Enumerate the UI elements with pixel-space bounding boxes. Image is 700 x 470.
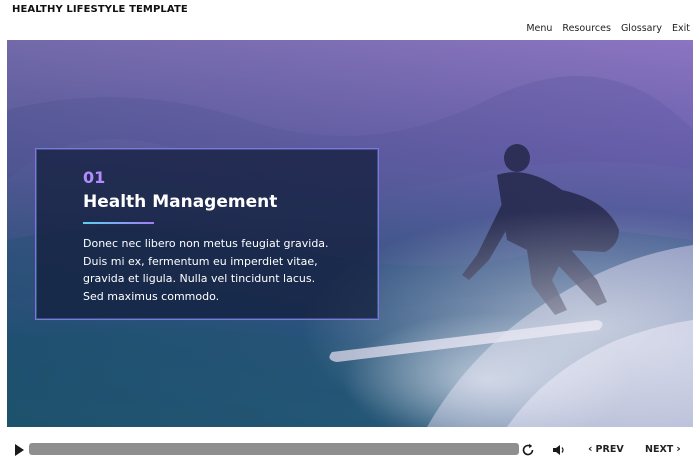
nav-menu-link[interactable]: Menu <box>526 23 552 34</box>
chevron-right-icon: › <box>676 442 681 455</box>
body-line: Duis mi ex, fermentum eu imperdiet vitae… <box>83 254 318 268</box>
volume-icon[interactable] <box>552 442 566 456</box>
body-line: Donec nec libero non metus feugiat gravi… <box>83 237 329 250</box>
nav-glossary-link[interactable]: Glossary <box>621 23 662 34</box>
slide-number: 01 <box>83 168 106 187</box>
play-icon[interactable] <box>13 442 25 456</box>
prev-label: PREV <box>595 443 624 455</box>
replay-icon[interactable] <box>521 442 535 456</box>
next-label: NEXT <box>645 443 674 455</box>
app-title: HEALTHY LIFESTYLE TEMPLATE <box>12 4 188 15</box>
slide-stage: 01 Health Management Donec nec libero no… <box>7 40 693 427</box>
nav-resources-link[interactable]: Resources <box>562 23 611 34</box>
content-card: 01 Health Management Donec nec libero no… <box>35 148 379 320</box>
progress-bar[interactable] <box>29 443 519 455</box>
body-line: Sed maximus commodo. <box>83 289 220 303</box>
slide-body: Donec nec libero non metus feugiat gravi… <box>83 235 373 305</box>
title-underline <box>83 222 154 224</box>
nav-exit-link[interactable]: Exit <box>672 23 690 34</box>
body-line: gravida et ligula. Nulla vel tincidunt l… <box>83 272 316 285</box>
prev-button[interactable]: ‹ PREV <box>588 442 624 456</box>
top-navigation: Menu Resources Glossary Exit <box>526 23 690 34</box>
slide-title: Health Management <box>83 192 278 212</box>
chevron-left-icon: ‹ <box>588 442 593 455</box>
player-controls: ‹ PREV NEXT › <box>0 427 700 470</box>
next-button[interactable]: NEXT › <box>645 442 681 456</box>
